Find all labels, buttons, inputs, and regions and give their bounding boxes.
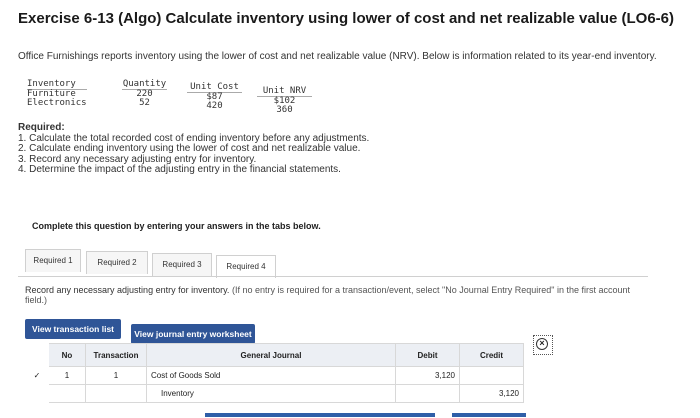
instruction-main: Record any necessary adjusting entry for… <box>25 285 230 295</box>
credit-header: Credit <box>459 343 524 367</box>
unit-nrv-value: 360 <box>276 105 293 115</box>
entry-instruction: Record any necessary adjusting entry for… <box>25 285 645 305</box>
inventory-item: Electronics <box>27 98 87 108</box>
scroll-bar-segment <box>452 413 526 417</box>
entry-no <box>48 384 86 403</box>
scroll-bar-segment <box>205 413 435 417</box>
tab-required-2[interactable]: Required 2 <box>86 251 148 274</box>
exercise-title: Exercise 6-13 (Algo) Calculate inventory… <box>18 10 675 27</box>
required-item: 2. Calculate ending inventory using the … <box>18 143 361 154</box>
entry-no: 1 <box>48 366 86 385</box>
close-button[interactable]: × <box>533 335 553 355</box>
required-item: 4. Determine the impact of the adjusting… <box>18 164 341 175</box>
quantity-value: 52 <box>139 98 150 108</box>
debit-header: Debit <box>395 343 460 367</box>
tab-panel-divider <box>18 276 648 277</box>
required-list: Required: 1. Calculate the total recorde… <box>18 122 369 176</box>
entry-transaction <box>85 384 147 403</box>
entry-transaction: 1 <box>85 366 147 385</box>
required-heading: Required: <box>18 122 65 133</box>
row-marker <box>25 384 49 403</box>
complete-instruction: Complete this question by entering your … <box>32 221 321 231</box>
exercise-intro: Office Furnishings reports inventory usi… <box>18 51 657 62</box>
table-row: ✓ 1 1 Cost of Goods Sold 3,120 <box>25 366 524 385</box>
journal-entry-table: No Transaction General Journal Debit Cre… <box>25 343 524 403</box>
journal-header-row: No Transaction General Journal Debit Cre… <box>25 343 524 367</box>
transaction-header: Transaction <box>85 343 147 367</box>
debit-field[interactable]: 3,120 <box>395 366 460 385</box>
tab-required-3[interactable]: Required 3 <box>152 253 212 276</box>
unit-cost-value: 420 <box>206 101 223 111</box>
table-row: Inventory 3,120 <box>25 384 524 403</box>
tab-required-4[interactable]: Required 4 <box>216 255 276 278</box>
view-journal-worksheet-button[interactable]: View journal entry worksheet <box>131 324 255 344</box>
no-header: No <box>48 343 86 367</box>
account-field[interactable]: Cost of Goods Sold <box>146 366 396 385</box>
debit-field[interactable] <box>395 384 460 403</box>
checkmark-icon: ✓ <box>25 366 49 385</box>
credit-field[interactable] <box>459 366 524 385</box>
general-journal-header: General Journal <box>146 343 396 367</box>
tab-required-1[interactable]: Required 1 <box>25 249 81 272</box>
view-transaction-list-button[interactable]: View transaction list <box>25 319 121 339</box>
account-field[interactable]: Inventory <box>146 384 396 403</box>
row-marker-header <box>25 343 49 367</box>
credit-field[interactable]: 3,120 <box>459 384 524 403</box>
close-icon: × <box>536 338 548 350</box>
